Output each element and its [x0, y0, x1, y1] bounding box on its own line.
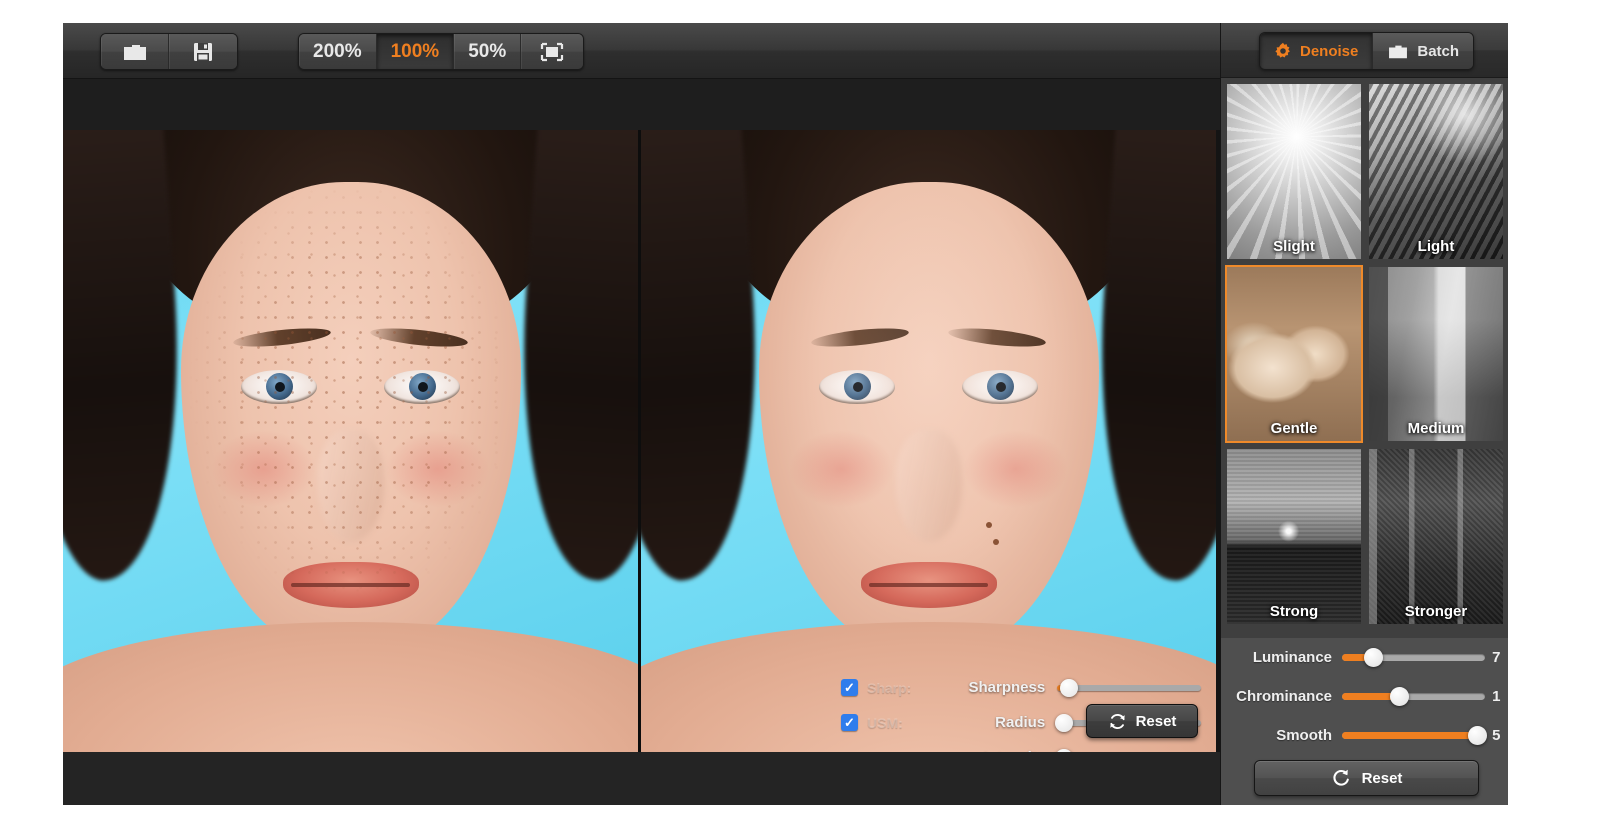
floppy-disk-icon [192, 41, 214, 63]
preset-strong[interactable]: Strong [1225, 447, 1363, 626]
panel-reset-label: Reset [1361, 769, 1403, 787]
preset-light[interactable]: Light [1367, 82, 1505, 261]
slider-row-luminance: Luminance 7 [1221, 638, 1508, 677]
preset-thumbnail-image [1227, 266, 1361, 442]
tab-batch-label: Batch [1417, 42, 1460, 60]
zoom-200-button[interactable]: 200% [299, 34, 377, 69]
intensity-label: Intensity [943, 749, 1045, 752]
save-file-button[interactable] [169, 34, 237, 69]
usm-checkbox-label: USM: [867, 714, 903, 731]
tab-denoise[interactable]: Denoise [1260, 33, 1374, 69]
folder-icon [122, 42, 148, 62]
zoom-100-button[interactable]: 100% [376, 34, 455, 69]
sharp-checkbox[interactable]: ✓ [841, 679, 858, 696]
zoom-button-group: 200% 100% 50% [298, 33, 585, 70]
smooth-label: Smooth [1276, 727, 1333, 744]
panel-tab-group: Denoise Batch [1259, 32, 1475, 70]
after-image [641, 130, 1216, 752]
refresh-icon [1108, 712, 1127, 731]
preset-thumbnail-image [1369, 449, 1503, 624]
preset-thumbnail-image [1369, 266, 1503, 442]
image-preview-pane: ✓ Sharp: Sharpness ✓ USM: Radius Reset [63, 130, 1220, 752]
preset-thumbnail-image [1369, 84, 1503, 259]
file-button-group [100, 33, 238, 70]
denoise-slider-section: Luminance 7 Chrominance 1 Smooth 5 [1221, 638, 1508, 755]
sharpness-slider[interactable] [1057, 678, 1201, 697]
image-reset-button[interactable]: Reset [1086, 704, 1198, 738]
preset-gentle[interactable]: Gentle [1225, 264, 1363, 444]
folder-icon [1387, 43, 1409, 60]
open-file-button[interactable] [101, 34, 169, 69]
application-window: 200% 100% 50% ✓ Sharp: Sharpness ✓ USM: … [63, 23, 1508, 805]
top-toolbar: 200% 100% 50% [63, 23, 1220, 79]
panel-footer: Reset [1221, 755, 1508, 805]
chrominance-value: 1 [1492, 688, 1501, 705]
chrominance-slider[interactable] [1342, 687, 1486, 706]
preset-thumbnail-image [1227, 449, 1361, 624]
sharp-checkbox-label: Sharp: [867, 679, 912, 696]
preset-stronger[interactable]: Stronger [1367, 447, 1505, 626]
preset-strongest[interactable]: Strongest [1225, 630, 1363, 634]
luminance-value: 7 [1492, 649, 1501, 666]
smooth-slider[interactable] [1342, 726, 1488, 745]
radius-label: Radius [995, 714, 1046, 731]
usm-checkbox[interactable]: ✓ [841, 714, 858, 731]
panel-reset-button[interactable]: Reset [1254, 760, 1479, 796]
preset-thumbnail-image [1227, 84, 1361, 259]
gear-icon [1274, 42, 1292, 60]
before-image [63, 130, 638, 752]
bottom-status-bar [63, 752, 1220, 805]
main-editor-area: 200% 100% 50% ✓ Sharp: Sharpness ✓ USM: … [63, 23, 1220, 805]
preset-medium[interactable]: Medium [1367, 265, 1505, 444]
smooth-value: 5 [1492, 727, 1501, 744]
before-after-divider[interactable] [638, 130, 641, 752]
preset-slight[interactable]: Slight [1225, 82, 1363, 261]
preset-utmost[interactable]: Utmost [1367, 630, 1505, 634]
tab-batch[interactable]: Batch [1373, 33, 1474, 69]
overlay-row-sharpness: ✓ Sharp: Sharpness [841, 670, 1201, 705]
image-reset-label: Reset [1135, 712, 1177, 730]
tab-denoise-label: Denoise [1300, 42, 1359, 60]
zoom-50-button[interactable]: 50% [454, 34, 522, 69]
luminance-label: Luminance [1252, 649, 1333, 666]
chrominance-label: Chrominance [1236, 688, 1333, 705]
sharpness-label: Sharpness [968, 679, 1046, 696]
canvas-top-strip [63, 79, 1220, 130]
fit-to-window-button[interactable] [521, 34, 584, 69]
preset-thumbnail-grid: Slight Light Gentle Medium Strong Strong… [1221, 78, 1508, 638]
slider-row-chrominance: Chrominance 1 [1221, 677, 1508, 716]
panel-header: Denoise Batch [1221, 23, 1508, 78]
luminance-slider[interactable] [1342, 648, 1486, 667]
denoise-side-panel: Denoise Batch Slight Light Gentle Medium… [1220, 23, 1508, 805]
fit-to-window-icon [539, 42, 565, 62]
overlay-row-intensity: Intensity [841, 740, 1201, 752]
refresh-icon [1331, 768, 1351, 788]
slider-row-smooth: Smooth 5 [1221, 716, 1508, 755]
